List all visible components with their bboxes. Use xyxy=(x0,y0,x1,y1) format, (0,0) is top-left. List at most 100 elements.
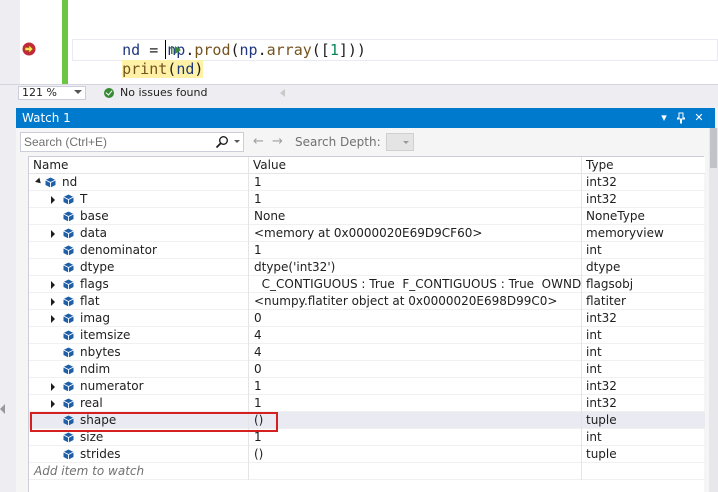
name-cell[interactable]: numerator xyxy=(29,378,249,395)
value-cell[interactable]: 1 xyxy=(249,242,582,259)
column-header-type[interactable]: Type xyxy=(582,157,705,174)
code-token: ])) xyxy=(338,41,366,59)
object-member-icon xyxy=(63,398,74,409)
scrollbar-thumb[interactable] xyxy=(710,128,717,168)
watch-row[interactable]: base None NoneType xyxy=(29,208,705,225)
watch-row[interactable]: ndim 0 int xyxy=(29,361,705,378)
name-cell[interactable]: T xyxy=(29,191,249,208)
zoom-level-dropdown[interactable]: 121 % xyxy=(18,86,86,100)
name-cell[interactable]: imag xyxy=(29,310,249,327)
expand-icon[interactable] xyxy=(51,383,55,391)
name-cell[interactable]: flat xyxy=(29,293,249,310)
left-edge-panel xyxy=(0,100,8,424)
value-cell[interactable]: () xyxy=(249,412,582,429)
type-cell: flagsobj xyxy=(586,277,634,291)
expand-icon[interactable] xyxy=(51,298,55,306)
search-icon[interactable] xyxy=(215,135,229,149)
value-cell[interactable]: <memory at 0x0000020E69D9CF60> xyxy=(249,225,582,242)
check-circle-icon xyxy=(104,88,114,98)
value-cell[interactable]: 0 xyxy=(249,361,582,378)
type-cell: dtype xyxy=(586,260,621,274)
watch-row[interactable]: strides () tuple xyxy=(29,446,705,463)
chevron-down-icon[interactable] xyxy=(234,140,240,143)
value-cell[interactable]: 0 xyxy=(249,310,582,327)
name-cell[interactable]: flags xyxy=(29,276,249,293)
pin-icon[interactable] xyxy=(674,111,688,125)
value-cell[interactable]: 1 xyxy=(249,395,582,412)
name-cell[interactable]: denominator xyxy=(29,242,249,259)
column-header-name[interactable]: Name xyxy=(29,157,249,174)
object-member-icon xyxy=(63,211,74,222)
watch-title: Watch 1 xyxy=(22,111,71,125)
editor-gutter[interactable] xyxy=(0,0,20,84)
watch-row[interactable]: flags C_CONTIGUOUS : True F_CONTIGUOUS :… xyxy=(29,276,705,293)
search-input[interactable] xyxy=(21,133,206,151)
value-cell[interactable]: None xyxy=(249,208,582,225)
expand-icon[interactable] xyxy=(51,315,55,323)
name-cell[interactable]: real xyxy=(29,395,249,412)
object-member-icon xyxy=(63,262,74,273)
value-cell[interactable]: () xyxy=(249,446,582,463)
watch-row[interactable]: dtype dtype('int32') dtype xyxy=(29,259,705,276)
watch-row[interactable]: nbytes 4 int xyxy=(29,344,705,361)
value-cell[interactable]: 1 xyxy=(249,378,582,395)
watch-titlebar[interactable]: Watch 1 ▾ ✕ xyxy=(16,108,715,128)
window-position-dropdown-icon[interactable]: ▾ xyxy=(657,111,671,125)
value-cell[interactable]: 1 xyxy=(249,429,582,446)
annotation-highlight-box xyxy=(30,412,278,432)
name-cell[interactable]: ndim xyxy=(29,361,249,378)
watch-row[interactable]: data <memory at 0x0000020E69D9CF60> memory… xyxy=(29,225,705,242)
name-cell[interactable]: itemsize xyxy=(29,327,249,344)
watch-row[interactable]: denominator 1 int xyxy=(29,242,705,259)
search-depth-dropdown[interactable] xyxy=(386,133,414,151)
issues-indicator[interactable]: No issues found xyxy=(104,86,207,100)
name-cell[interactable]: data xyxy=(29,225,249,242)
value-cell[interactable]: 4 xyxy=(249,344,582,361)
value-cell[interactable]: 4 xyxy=(249,327,582,344)
add-watch-row[interactable]: Add item to watch xyxy=(29,463,705,480)
value-cell[interactable]: <numpy.flatiter object at 0x0000020E698D… xyxy=(249,293,582,310)
name-cell[interactable]: strides xyxy=(29,446,249,463)
expand-icon[interactable] xyxy=(51,281,55,289)
add-item-placeholder[interactable]: Add item to watch xyxy=(29,463,249,480)
type-cell: int32 xyxy=(586,192,617,206)
search-next-button[interactable]: → xyxy=(272,135,283,149)
breakpoint-arrow-icon[interactable] xyxy=(22,42,36,56)
name-cell[interactable]: nd xyxy=(29,174,249,191)
vertical-scrollbar[interactable] xyxy=(709,128,718,492)
variable-name: real xyxy=(80,396,103,410)
variable-name: itemsize xyxy=(80,328,131,342)
search-previous-button[interactable]: ← xyxy=(253,135,264,149)
value-cell[interactable]: dtype('int32') xyxy=(249,259,582,276)
code-token: print xyxy=(122,60,168,78)
name-cell[interactable]: dtype xyxy=(29,259,249,276)
expand-icon[interactable] xyxy=(51,196,55,204)
object-member-icon xyxy=(63,364,74,375)
scroll-left-arrow-icon[interactable] xyxy=(280,89,285,97)
expand-icon[interactable] xyxy=(51,400,55,408)
grid-header: Name Value Type xyxy=(29,157,705,174)
expand-icon[interactable] xyxy=(51,230,55,238)
watch-row[interactable]: nd 1 int32 xyxy=(29,174,705,191)
watch-search-box[interactable] xyxy=(20,132,244,152)
column-header-value[interactable]: Value xyxy=(249,157,582,174)
watch-rows: nd 1 int32 T 1 int32 base None NoneType data <memo… xyxy=(29,174,705,480)
watch-row[interactable]: real 1 int32 xyxy=(29,395,705,412)
name-cell[interactable]: base xyxy=(29,208,249,225)
type-cell: int xyxy=(586,430,602,444)
watch-row[interactable]: flat <numpy.flatiter object at 0x0000020E… xyxy=(29,293,705,310)
run-to-cursor-icon[interactable] xyxy=(170,43,184,57)
close-icon[interactable]: ✕ xyxy=(692,111,706,125)
collapse-arrow-icon[interactable] xyxy=(0,404,5,414)
value-cell[interactable]: C_CONTIGUOUS : True F_CONTIGUOUS : True … xyxy=(249,276,582,293)
collapse-icon[interactable] xyxy=(35,177,43,186)
watch-row[interactable]: numerator 1 int32 xyxy=(29,378,705,395)
watch-row[interactable]: itemsize 4 int xyxy=(29,327,705,344)
variable-name: base xyxy=(80,209,109,223)
name-cell[interactable]: nbytes xyxy=(29,344,249,361)
code-editor[interactable]: nd = np.prod(np.array([1])) print(nd) xyxy=(0,0,718,84)
value-cell[interactable]: 1 xyxy=(249,174,582,191)
watch-row[interactable]: imag 0 int32 xyxy=(29,310,705,327)
value-cell[interactable]: 1 xyxy=(249,191,582,208)
watch-row[interactable]: T 1 int32 xyxy=(29,191,705,208)
